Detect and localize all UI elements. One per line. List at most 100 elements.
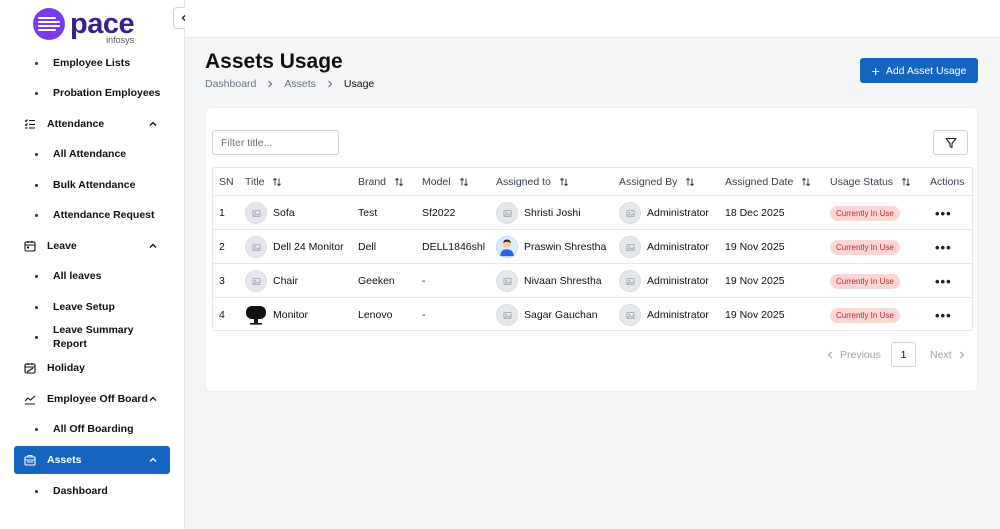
calendar-icon (24, 240, 36, 252)
column-header-label: Title (245, 176, 265, 188)
row-actions-button[interactable]: ••• (935, 264, 952, 298)
sidebar-group-attendance[interactable]: Attendance (14, 110, 170, 138)
column-header-sn: SN (219, 168, 234, 196)
cell-title: Monitor (245, 298, 308, 332)
assets-usage-card: SN Title Brand Model Assigned to Assigned By A… (205, 107, 978, 392)
chevron-up-icon (149, 396, 157, 401)
status-badge: Currently In Use (830, 205, 900, 221)
bullet-dot-icon (35, 489, 38, 493)
column-header-assigned-date[interactable]: Assigned Date (725, 168, 811, 196)
bullet-dot-icon (35, 61, 38, 65)
page-1-button[interactable]: 1 (891, 342, 916, 367)
column-header-label: Model (422, 176, 451, 188)
sidebar-group-employee-off-board[interactable]: Employee Off Board (14, 385, 170, 413)
chevron-left-icon (827, 351, 832, 358)
chart-icon (24, 393, 36, 405)
column-header-title[interactable]: Title (245, 168, 282, 196)
next-page-button[interactable]: Next (930, 342, 966, 367)
cell-title: Chair (245, 264, 298, 298)
cell-brand: Dell (358, 241, 377, 253)
avatar-placeholder-icon (619, 270, 641, 292)
cell-model: - (422, 309, 426, 321)
column-header-brand[interactable]: Brand (358, 168, 404, 196)
cell-assigned-to: Praswin Shrestha (496, 230, 606, 264)
column-header-model[interactable]: Model (422, 168, 469, 196)
sidebar-group-label: Assets (47, 454, 82, 466)
chevron-right-icon (959, 351, 964, 358)
sidebar-item-label: All Attendance (53, 148, 127, 160)
title-text: Sofa (273, 207, 295, 219)
holiday-icon (24, 362, 36, 374)
chevron-right-icon (268, 80, 273, 88)
top-bar (185, 0, 1000, 38)
sidebar-group-holiday[interactable]: Holiday (14, 354, 170, 382)
assigned-to-text: Praswin Shrestha (524, 241, 607, 253)
bullet-dot-icon (35, 305, 38, 309)
logo-name: pace (70, 8, 135, 40)
cell-usage-status: Currently In Use (830, 230, 900, 264)
add-asset-usage-label: Add Asset Usage (885, 64, 967, 77)
chevron-up-icon (149, 243, 157, 248)
table-row[interactable]: 4 Monitor Lenovo - Sagar Gauchan Administrato… (213, 298, 972, 332)
bullet-dot-icon (35, 335, 38, 339)
breadcrumb-assets[interactable]: Assets (284, 78, 316, 90)
logo-sub: infosys (106, 35, 135, 45)
table-row[interactable]: 3 Chair Geeken - Nivaan Shrestha Administrato… (213, 264, 972, 298)
table-row[interactable]: 1 Sofa Test Sf2022 Shristi Joshi Administrato… (213, 196, 972, 230)
column-header-label: Assigned Date (725, 176, 794, 188)
cell-brand: Test (358, 207, 378, 219)
sort-icon (559, 177, 568, 187)
cell-assigned-by: Administrator (619, 264, 709, 298)
avatar-placeholder-icon (619, 236, 641, 258)
pace-logo-icon (33, 8, 65, 40)
column-header-label: SN (219, 176, 234, 188)
sort-icon (459, 177, 468, 187)
cell-usage-status: Currently In Use (830, 298, 900, 332)
status-badge: Currently In Use (830, 307, 900, 323)
sidebar-item-label: Dashboard (53, 485, 108, 497)
monitor-image (245, 304, 267, 326)
cell-assigned-date: 18 Dec 2025 (725, 207, 785, 219)
breadcrumb-usage: Usage (343, 78, 375, 90)
row-actions-button[interactable]: ••• (935, 298, 952, 332)
filter-title-input[interactable] (212, 130, 339, 155)
sidebar-group-leave[interactable]: Leave (14, 232, 170, 260)
row-actions-button[interactable]: ••• (935, 196, 952, 230)
column-header-assigned-to[interactable]: Assigned to (496, 168, 569, 196)
bullet-dot-icon (35, 427, 38, 431)
breadcrumb-dashboard[interactable]: Dashboard (205, 78, 256, 90)
cell-model: DELL1846shl (422, 241, 486, 253)
avatar (496, 236, 518, 258)
filter-button[interactable] (933, 130, 968, 155)
more-horizontal-icon: ••• (935, 273, 952, 289)
assigned-by-text: Administrator (647, 275, 709, 287)
bullet-dot-icon (35, 152, 38, 156)
sidebar-group-assets[interactable]: Assets (14, 446, 170, 474)
column-header-usage-status[interactable]: Usage Status (830, 168, 911, 196)
avatar-placeholder-icon (496, 202, 518, 224)
row-actions-button[interactable]: ••• (935, 230, 952, 264)
table-row[interactable]: 2 Dell 24 Monitor Dell DELL1846shl Praswin S… (213, 230, 972, 264)
breadcrumb: Dashboard Assets Usage (205, 78, 374, 90)
assets-usage-table: SN Title Brand Model Assigned to Assigned By A… (212, 167, 973, 331)
more-horizontal-icon: ••• (935, 239, 952, 255)
bullet-dot-icon (35, 183, 38, 187)
next-label: Next (930, 348, 952, 361)
sidebar: pace infosys Employee Lists Probation Emp… (0, 0, 185, 529)
previous-page-button[interactable]: Previous (826, 342, 881, 367)
pace-logo[interactable]: pace infosys (33, 8, 135, 45)
title-text: Monitor (273, 309, 309, 321)
chevron-up-icon (149, 457, 157, 462)
title-text: Dell 24 Monitor (273, 241, 344, 253)
table-header: SN Title Brand Model Assigned to Assigned By A… (213, 168, 972, 196)
sidebar-item-label: Attendance Request (53, 209, 155, 221)
sort-icon (686, 177, 695, 187)
sidebar-item-label: Employee Lists (53, 57, 131, 69)
cell-model: Sf2022 (422, 207, 456, 219)
sidebar-item-label: Bulk Attendance (53, 179, 136, 191)
cell-sn: 4 (219, 309, 225, 321)
cell-assigned-to: Sagar Gauchan (496, 298, 598, 332)
add-asset-usage-button[interactable]: + Add Asset Usage (860, 58, 978, 83)
cell-usage-status: Currently In Use (830, 196, 900, 230)
column-header-assigned-by[interactable]: Assigned By (619, 168, 695, 196)
